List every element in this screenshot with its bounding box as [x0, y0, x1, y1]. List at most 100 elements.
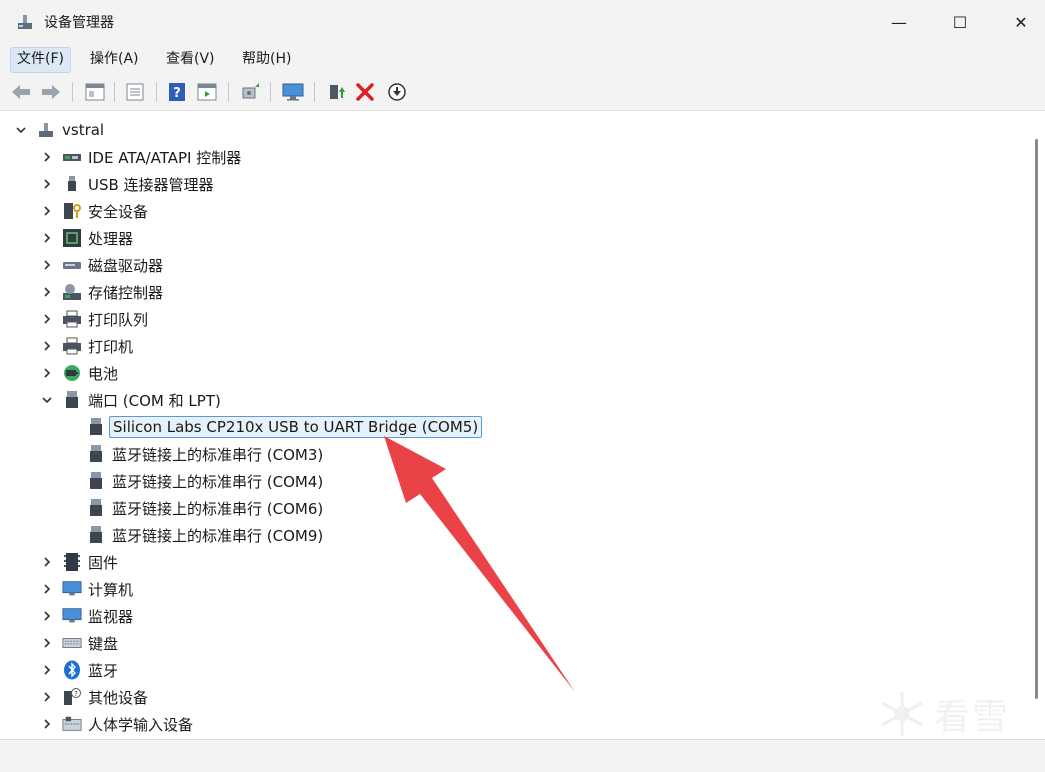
- snowflake-icon: [881, 692, 923, 736]
- tree-item-label: 人体学输入设备: [88, 715, 194, 734]
- tree-root-vstral[interactable]: vstral: [14, 117, 104, 143]
- tree-item-label: 固件: [88, 553, 119, 572]
- menu-view[interactable]: 查看(V): [160, 47, 221, 71]
- chevron-right-icon[interactable]: [40, 663, 54, 677]
- maximize-button[interactable]: ☐: [937, 0, 983, 44]
- printer-icon: [62, 336, 82, 356]
- toolbar-separator: [114, 82, 115, 102]
- tree-item-printer[interactable]: 打印机: [40, 333, 133, 359]
- show-hide-button[interactable]: [84, 82, 106, 102]
- tree-item-disk[interactable]: 磁盘驱动器: [40, 252, 163, 278]
- tree-item-label: 蓝牙链接上的标准串行 (COM9): [112, 526, 324, 545]
- chevron-down-icon[interactable]: [14, 123, 28, 137]
- close-icon: ✕: [1014, 12, 1028, 32]
- chevron-right-icon[interactable]: [40, 690, 54, 704]
- tree-item-bt-com4[interactable]: 蓝牙链接上的标准串行 (COM4): [86, 468, 323, 494]
- chevron-right-icon[interactable]: [40, 150, 54, 164]
- add-legacy-button[interactable]: [282, 82, 304, 102]
- tree-item-label: 蓝牙链接上的标准串行 (COM4): [112, 472, 324, 491]
- chevron-right-icon[interactable]: [40, 366, 54, 380]
- forward-button[interactable]: [40, 82, 62, 102]
- device-tree[interactable]: vstral IDE ATA/ATAPI 控制器 USB 连接器管理器 安全设备…: [0, 111, 1027, 739]
- tree-item-hid[interactable]: 人体学输入设备: [40, 711, 193, 737]
- tree-item-bt-com6[interactable]: 蓝牙链接上的标准串行 (COM6): [86, 495, 323, 521]
- help-button[interactable]: ?: [166, 82, 188, 102]
- disk-drive-icon: [62, 255, 82, 275]
- tree-item-security[interactable]: 安全设备: [40, 198, 148, 224]
- uninstall-icon: [356, 83, 374, 101]
- tree-item-bluetooth[interactable]: 蓝牙: [40, 657, 118, 683]
- tree-item-print-queue[interactable]: 打印队列: [40, 306, 148, 332]
- tree-item-label: 端口 (COM 和 LPT): [88, 391, 221, 410]
- svg-text:?: ?: [74, 690, 78, 698]
- storage-controller-icon: [62, 282, 82, 302]
- serial-port-icon: [86, 444, 106, 464]
- enable-device-button[interactable]: [326, 82, 348, 102]
- tree-item-processor[interactable]: 处理器: [40, 225, 133, 251]
- port-icon: [62, 390, 82, 410]
- tree-item-label: 计算机: [88, 580, 134, 599]
- back-icon: [12, 85, 30, 99]
- tree-item-ide[interactable]: IDE ATA/ATAPI 控制器: [40, 144, 241, 170]
- view-button[interactable]: [196, 82, 218, 102]
- back-button[interactable]: [10, 82, 32, 102]
- device-manager-window: 设备管理器 — ☐ ✕ 文件(F) 操作(A) 查看(V) 帮助(H) ? vs…: [0, 0, 1045, 772]
- scan-icon: [242, 83, 259, 99]
- tree-item-ports[interactable]: 端口 (COM 和 LPT): [40, 387, 221, 413]
- tree-item-other[interactable]: ? 其他设备: [40, 684, 148, 710]
- tree-item-cp210x-com5[interactable]: Silicon Labs CP210x USB to UART Bridge (…: [86, 414, 483, 440]
- serial-port-icon: [86, 417, 106, 437]
- menu-file[interactable]: 文件(F): [10, 47, 71, 73]
- chevron-right-icon[interactable]: [40, 339, 54, 353]
- tree-item-label: 打印机: [88, 337, 134, 356]
- minimize-icon: —: [891, 12, 907, 32]
- battery-icon: [62, 363, 82, 383]
- tree-item-battery[interactable]: 电池: [40, 360, 118, 386]
- tree-item-computer[interactable]: 计算机: [40, 576, 133, 602]
- processor-icon: [62, 228, 82, 248]
- chevron-right-icon[interactable]: [40, 285, 54, 299]
- tree-item-firmware[interactable]: 固件: [40, 549, 118, 575]
- update-driver-button[interactable]: [124, 82, 146, 102]
- scan-hardware-button[interactable]: [240, 82, 262, 102]
- close-button[interactable]: ✕: [998, 0, 1044, 44]
- tree-item-label: 其他设备: [88, 688, 149, 707]
- chevron-right-icon[interactable]: [40, 582, 54, 596]
- tree-item-storage[interactable]: 存储控制器: [40, 279, 163, 305]
- device-manager-icon: [16, 13, 34, 31]
- tree-item-keyboard[interactable]: 键盘: [40, 630, 118, 656]
- tree-item-bt-com9[interactable]: 蓝牙链接上的标准串行 (COM9): [86, 522, 323, 548]
- tree-item-usb-connector[interactable]: USB 连接器管理器: [40, 171, 214, 197]
- chevron-right-icon[interactable]: [40, 177, 54, 191]
- minimize-button[interactable]: —: [876, 0, 922, 44]
- watermark: 看雪: [876, 688, 1010, 740]
- disable-device-button[interactable]: [386, 82, 408, 102]
- download-icon: [388, 83, 406, 101]
- menu-help[interactable]: 帮助(H): [236, 47, 297, 71]
- tree-root-label: vstral: [62, 121, 105, 139]
- chevron-right-icon[interactable]: [40, 204, 54, 218]
- chevron-down-icon[interactable]: [40, 393, 54, 407]
- chevron-right-icon[interactable]: [40, 555, 54, 569]
- tree-item-monitor[interactable]: 监视器: [40, 603, 133, 629]
- tree-item-label: 监视器: [88, 607, 134, 626]
- forward-icon: [42, 85, 60, 99]
- chevron-right-icon[interactable]: [40, 312, 54, 326]
- chevron-right-icon[interactable]: [40, 609, 54, 623]
- chevron-right-icon[interactable]: [40, 258, 54, 272]
- hid-icon: [62, 714, 82, 734]
- toolbar-separator: [270, 82, 271, 102]
- serial-port-icon: [86, 471, 106, 491]
- chevron-right-icon[interactable]: [40, 231, 54, 245]
- monitor-icon: [62, 606, 82, 626]
- uninstall-device-button[interactable]: [354, 82, 376, 102]
- tree-item-bt-com3[interactable]: 蓝牙链接上的标准串行 (COM3): [86, 441, 323, 467]
- chevron-right-icon[interactable]: [40, 717, 54, 731]
- menu-action[interactable]: 操作(A): [84, 47, 145, 71]
- chevron-right-icon[interactable]: [40, 636, 54, 650]
- scrollbar-thumb[interactable]: [1035, 139, 1038, 699]
- view-icon: [197, 83, 217, 101]
- tree-item-label: 键盘: [88, 634, 119, 653]
- toolbar: ?: [0, 74, 1045, 111]
- vertical-scrollbar[interactable]: [1027, 111, 1045, 739]
